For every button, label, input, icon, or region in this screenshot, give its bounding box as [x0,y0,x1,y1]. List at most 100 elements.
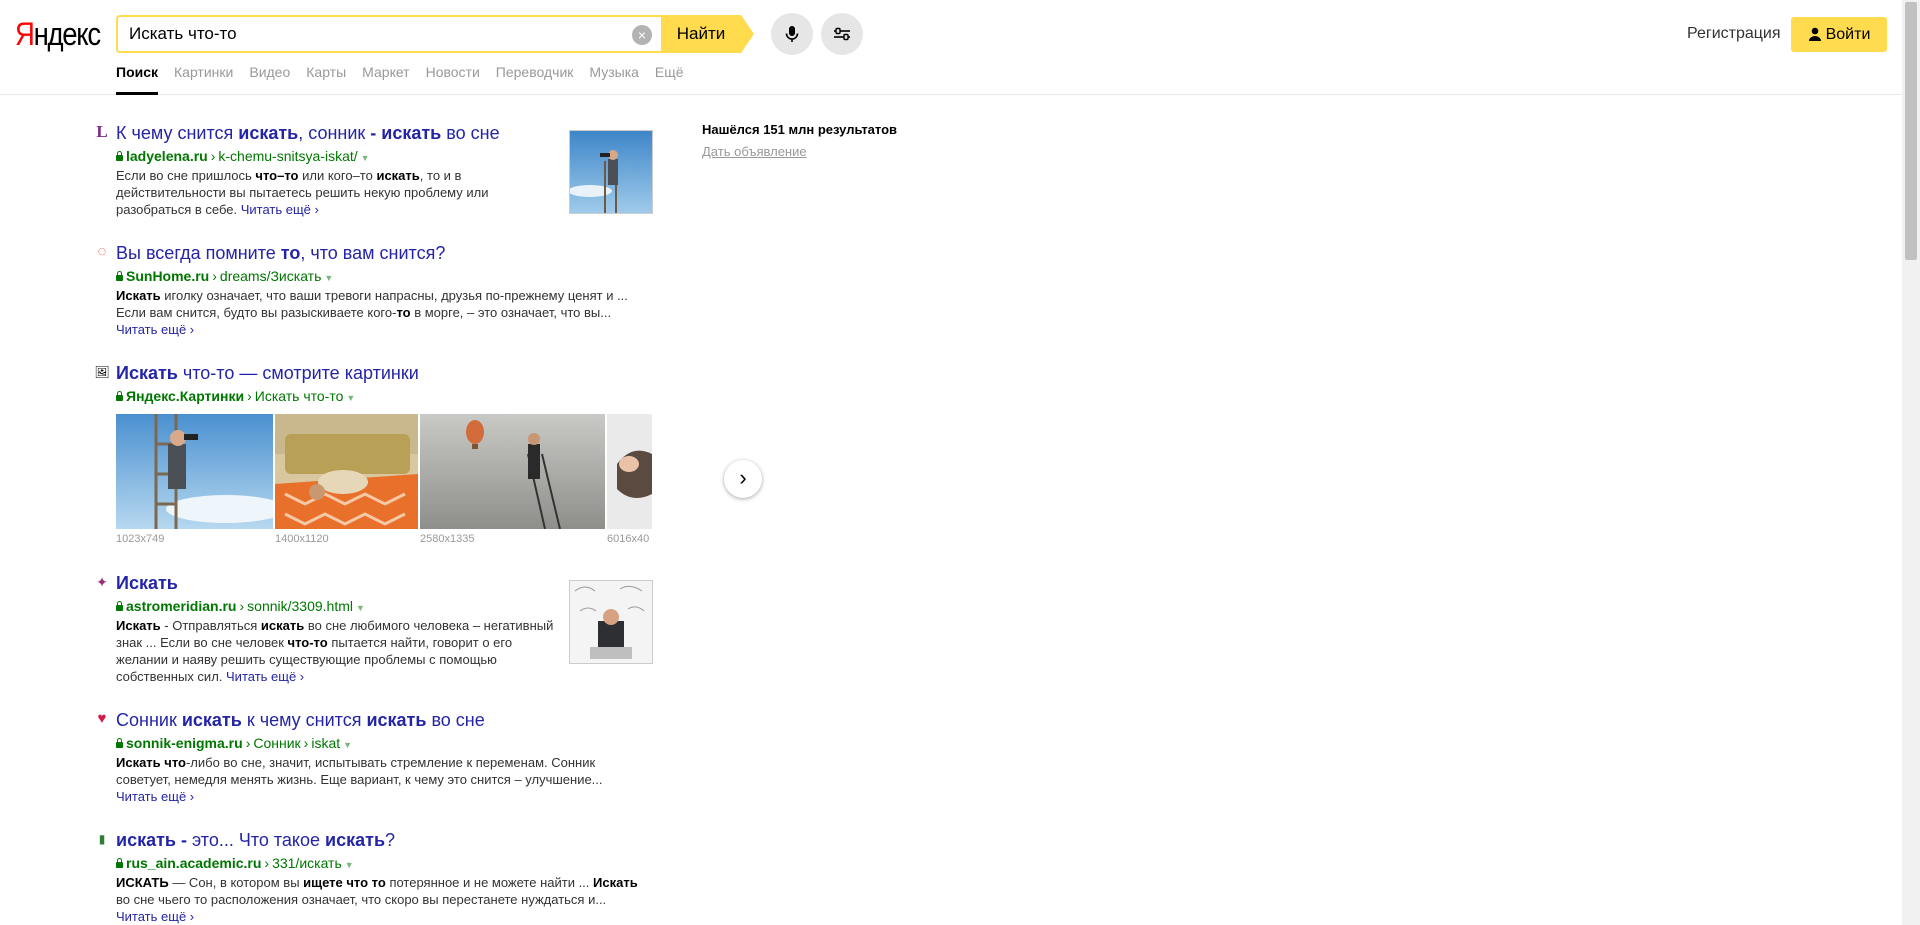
snippet-part: потерянное и не можете найти ... [385,875,594,890]
result-title-link[interactable]: Искать [116,573,178,594]
snippet-highlight: искать [260,618,305,633]
dropdown-triangle-icon[interactable]: ▼ [356,603,365,613]
place-ad-link[interactable]: Дать объявление [702,144,807,159]
search-input[interactable] [129,17,609,51]
result-title-link[interactable]: К чему снится искать, сонник - искать во… [116,123,500,144]
result-title-link[interactable]: Искать что-то — смотрите картинки [116,363,419,384]
snippet-highlight: что–то [255,168,299,183]
image-tile[interactable]: 1400x1120 [275,414,418,545]
results-count: Нашёлся 151 млн результатов [702,122,898,137]
voice-search-button[interactable] [771,13,813,55]
dropdown-triangle-icon[interactable]: ▼ [343,740,352,750]
login-label: Войти [1825,26,1871,43]
snippet-part: -либо во сне, значит, испытывать стремле… [116,755,603,787]
result-host: Яндекс.Картинки [126,388,245,404]
result-host: rus_ain.academic.ru [126,855,262,871]
tab-maps[interactable]: Карты [306,64,346,92]
lock-icon [116,738,123,748]
find-button[interactable]: Найти [661,15,741,53]
title-highlight: то [280,243,301,263]
title-part: во сне [426,710,485,730]
login-button[interactable]: Войти [1791,17,1887,52]
title-highlight: искать [366,710,427,730]
find-button-arrow[interactable] [741,15,754,53]
path-separator: › [239,598,245,614]
image-favicon-icon: 🖼 [94,365,110,379]
result-url[interactable]: SunHome.ru › dreams/Зискать ▼ [116,268,333,284]
title-highlight: искать [238,123,299,143]
image-tile[interactable]: 2580x1335 [420,414,605,545]
dropdown-triangle-icon[interactable]: ▼ [361,153,370,163]
tab-translator[interactable]: Переводчик [496,64,574,92]
dropdown-triangle-icon[interactable]: ▼ [324,273,333,283]
result-host: SunHome.ru [126,268,210,284]
path-separator: › [210,148,216,164]
path-separator: › [264,855,270,871]
tab-news[interactable]: Новости [426,64,480,92]
image-tile[interactable]: 1023x749 [116,414,273,545]
yandex-logo[interactable]: Яндекс [15,16,101,53]
snippet-part: в морге, – это означает, что вы... [410,305,612,320]
snippet-part: Если во сне пришлось [116,168,256,183]
scrollbar-thumb[interactable] [1905,2,1917,260]
lock-icon [116,271,123,281]
result-url[interactable]: sonnik-enigma.ru › Сонник › iskat ▼ [116,735,352,751]
result-url[interactable]: Яндекс.Картинки › Искать что-то ▼ [116,388,355,404]
image-preview [116,414,273,529]
result-snippet: ИСКАТЬ — Сон, в котором вы ищете что то … [116,874,641,925]
result-thumbnail[interactable] [569,580,653,664]
snippet-highlight: Искать [593,875,638,890]
search-box: × [116,15,661,53]
title-part: , сонник [298,123,371,143]
tab-search[interactable]: Поиск [116,64,159,95]
result-url[interactable]: rus_ain.academic.ru › 331/искать ▼ [116,855,354,871]
title-highlight: искать [181,710,242,730]
snippet-highlight: то [396,305,411,320]
title-part: что-то — смотрите картинки [177,363,419,383]
carousel-next-button[interactable]: › [724,460,762,498]
tab-video[interactable]: Видео [249,64,290,92]
logo-first-letter: Я [15,16,35,52]
image-tile[interactable]: 6016x40 [607,414,652,545]
read-more-link[interactable]: Читать ещё › [116,909,194,924]
clear-search-button[interactable]: × [632,25,652,45]
page-scrollbar[interactable] [1902,0,1920,925]
image-preview [607,414,652,529]
tab-images[interactable]: Картинки [174,64,233,92]
title-highlight: - искать [370,123,442,143]
read-more-link[interactable]: Читать ещё › [116,322,194,337]
hand-image [607,414,652,529]
title-part: это... Что такое [191,830,326,850]
result-host: ladyelena.ru [126,148,208,164]
image-size: 1023x749 [116,533,165,545]
dropdown-triangle-icon[interactable]: ▼ [345,860,354,870]
tab-more[interactable]: Ещё [655,64,684,92]
result-url[interactable]: ladyelena.ru › k-chemu-snitsya-iskat/▼ [116,148,370,164]
result-title-link[interactable]: Сонник искать к чему снится искать во сн… [116,710,485,731]
tab-market[interactable]: Маркет [362,64,409,92]
snippet-highlight: Искать [116,618,161,633]
sunhome-favicon-icon: ◌ [97,243,107,260]
result-path: 331/искать [272,855,342,871]
read-more-link[interactable]: Читать ещё › [116,789,194,804]
read-more-link[interactable]: Читать ещё › [226,669,304,684]
read-more-link[interactable]: Читать ещё › [241,202,319,217]
tab-music[interactable]: Музыка [589,64,639,92]
title-part: Сонник [116,710,182,730]
result-url[interactable]: astromeridian.ru › sonnik/3309.html ▼ [116,598,365,614]
image-carousel: 1023x749 1400x1120 2580x1335 6016x40 [116,414,652,545]
microphone-icon [785,26,799,42]
snippet-highlight: что-то [287,635,328,650]
register-link[interactable]: Регистрация [1687,25,1781,43]
result-path: Искать что-то [254,388,344,404]
image-preview [275,414,418,529]
search-settings-button[interactable] [821,13,863,55]
snippet-highlight: искать [376,168,420,183]
result-title-link[interactable]: искать - это... Что такое искать? [116,830,395,851]
stressed-man-laptop-image [570,581,652,663]
result-thumbnail[interactable] [569,130,653,214]
path-separator: › [303,735,309,751]
dropdown-triangle-icon[interactable]: ▼ [346,393,355,403]
chevron-right-icon: › [739,465,747,490]
result-title-link[interactable]: Вы всегда помните то, что вам снится? [116,243,445,264]
